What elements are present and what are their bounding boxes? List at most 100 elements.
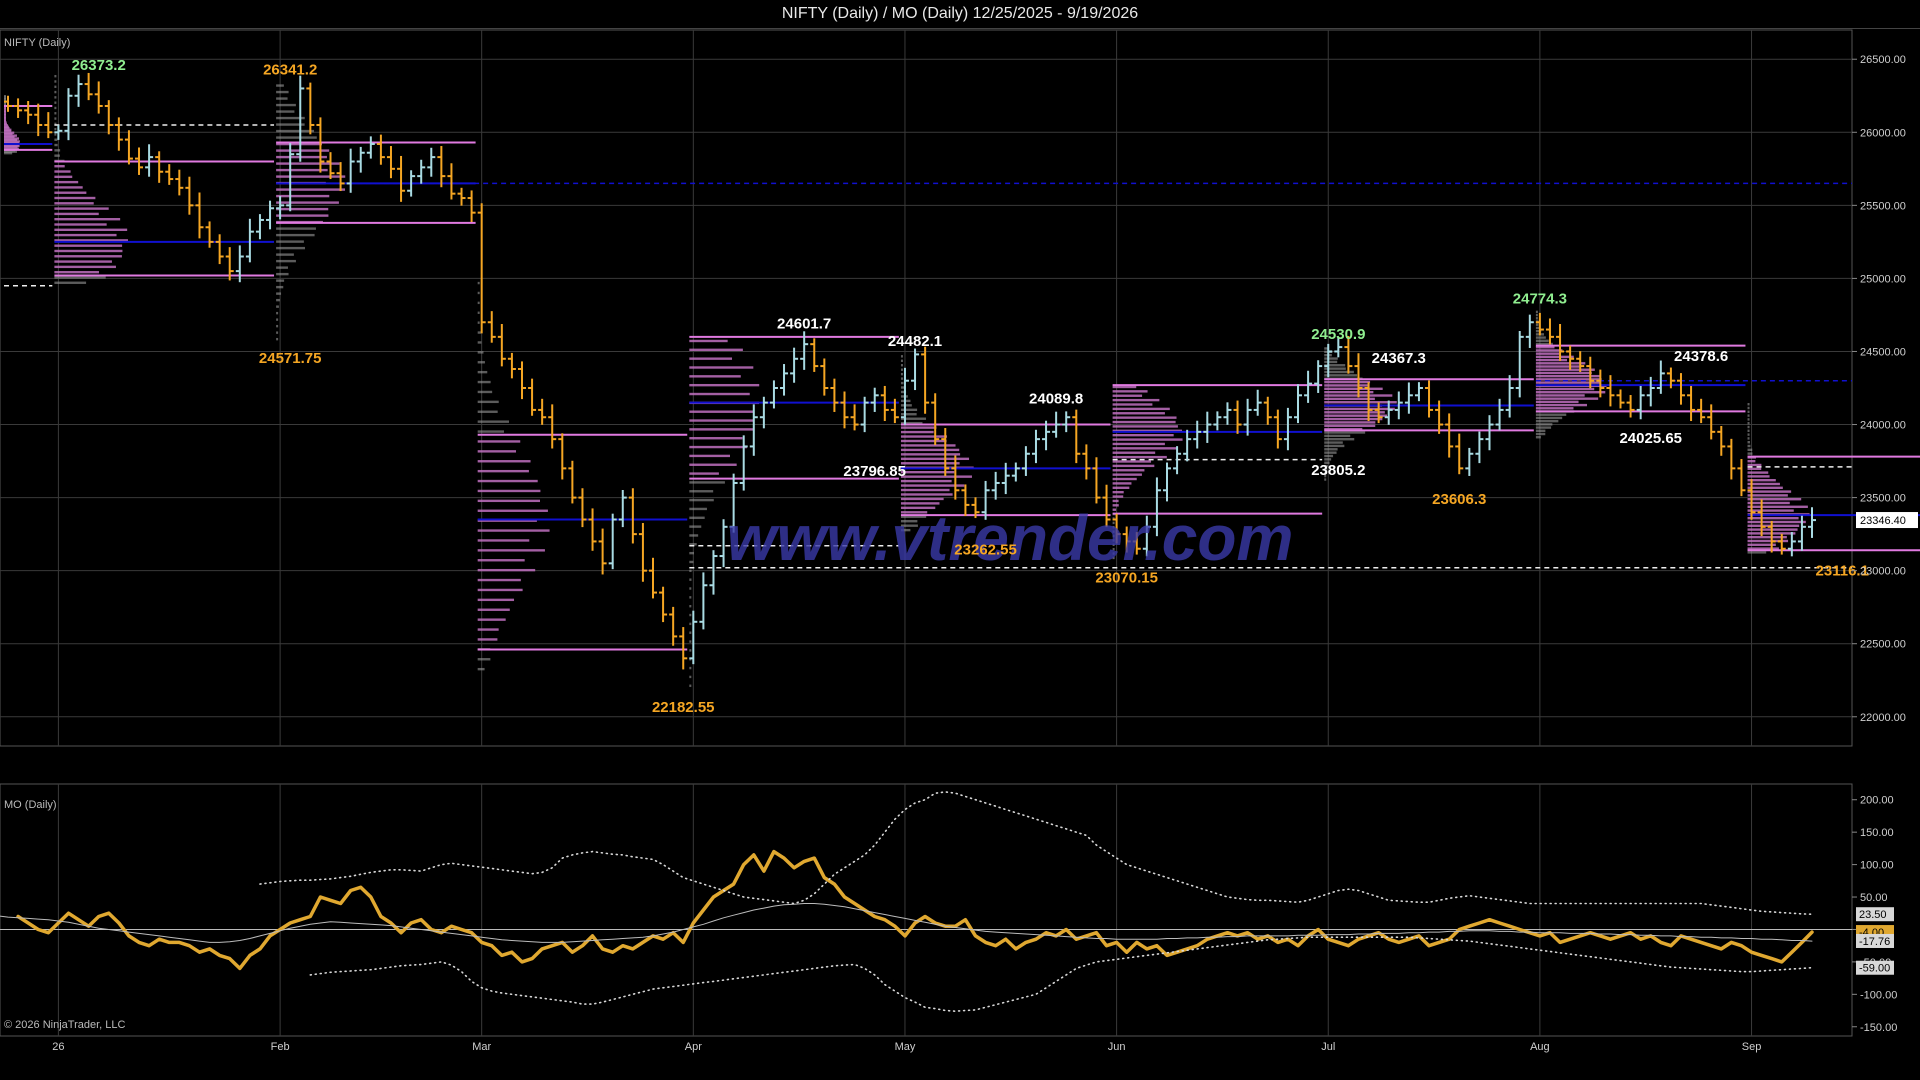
profile-row [1112,394,1143,397]
profile-row [1747,524,1800,527]
profile-row [1535,407,1574,410]
profile-row [1112,455,1167,459]
price-bars [4,72,1816,670]
profile-row [900,435,948,438]
profile-row [54,207,109,210]
profile-row [1747,444,1751,448]
price-tick-label: 24000.00 [1860,420,1906,432]
price-extreme-label: 24530.9 [1311,326,1365,343]
profile-row [689,348,743,352]
price-extreme-label: 26373.2 [72,57,126,74]
price-tick-label: 25000.00 [1860,273,1906,285]
profile-row [1535,349,1563,352]
profile-row [1535,336,1546,339]
profile-row [276,324,279,328]
profile-row [477,281,480,285]
profile-row [1535,394,1585,397]
profile-row [689,578,692,581]
profile-row [900,404,912,407]
profile-row [54,149,61,152]
mo-tick-label: 200.00 [1860,795,1894,807]
profile-row [689,419,753,422]
profile-row [54,233,117,237]
profile-row [276,136,317,139]
profile-row [477,549,545,552]
profile-row [276,207,329,211]
profile-row [900,381,904,385]
profile-row [1112,473,1142,476]
profile-row [54,180,79,184]
mo-grid [0,784,1852,1036]
price-tick-label: 25500.00 [1860,200,1906,212]
profile-row [900,448,960,452]
profile-row [1535,426,1552,429]
profile-row [900,453,961,456]
profile-row [689,569,692,573]
profile-row [689,613,692,617]
profile-row [900,479,952,483]
x-tick-label: Aug [1530,1041,1550,1053]
x-tick-label: Apr [685,1041,702,1053]
profile-row [900,497,944,501]
profile-row [689,410,755,413]
profile-row [1747,403,1750,406]
profile-row [689,516,705,519]
profile-row [689,675,692,679]
x-tick-label: Mar [472,1041,491,1053]
profile-row [1324,434,1351,438]
profile-row [900,439,947,443]
profile-row [477,390,493,394]
price-extreme-label: 24025.65 [1619,430,1682,447]
profile-row [900,368,903,371]
profile-row [1747,459,1756,463]
profile-row [1112,482,1132,485]
profile-row [689,445,747,449]
profile-row [689,631,692,634]
profile-row [54,276,106,279]
profile-row [1324,421,1376,424]
price-tick-label: 22500.00 [1860,639,1906,651]
profile-row [689,472,719,475]
mo-value-label: 23.50 [1859,909,1887,921]
profile-row [276,331,279,334]
profile-row [900,488,950,492]
profile-row [1747,441,1750,444]
profile-row [900,408,918,412]
profile-row [54,133,57,136]
price-axis: 26500.00 26000.00 25500.00 25000.00 24500.00… [1852,54,1918,724]
profile-row [1747,505,1808,508]
profile-row [54,265,116,269]
price-extreme-label: 24378.6 [1674,348,1728,365]
profile-row [1535,429,1546,433]
profile-row [689,666,692,670]
copyright-text: © 2026 NinjaTrader, LLC [4,1019,125,1031]
profile-row [54,106,57,110]
profile-row [54,270,99,274]
profile-row [1535,365,1580,368]
profile-row [1747,425,1750,429]
profile-row [1535,432,1546,436]
volume-profiles [4,74,1920,687]
profile-row [54,165,65,168]
profile-row [54,191,87,194]
profile-row [54,170,71,173]
profile-row [1747,418,1750,421]
profile-row [1747,486,1783,489]
profile-row [276,155,327,159]
profile-row [477,351,484,354]
profile-row [276,84,284,87]
profile-row [689,560,694,564]
price-tick-label: 23000.00 [1860,566,1906,578]
profile-row [276,285,284,289]
profile-row [1535,371,1592,375]
profile-row [54,212,99,216]
profile-row [54,228,128,231]
chart-canvas[interactable]: www.vtrender.com 26373.2 26341.2 24571.75 2… [0,0,1920,1080]
profile-row [1535,403,1588,407]
profile-row [1535,391,1606,394]
profile-row [689,534,699,537]
profile-row [1324,417,1383,421]
profile-row [1324,390,1374,394]
x-tick-label: Jul [1321,1041,1335,1053]
profile-row [477,400,499,404]
